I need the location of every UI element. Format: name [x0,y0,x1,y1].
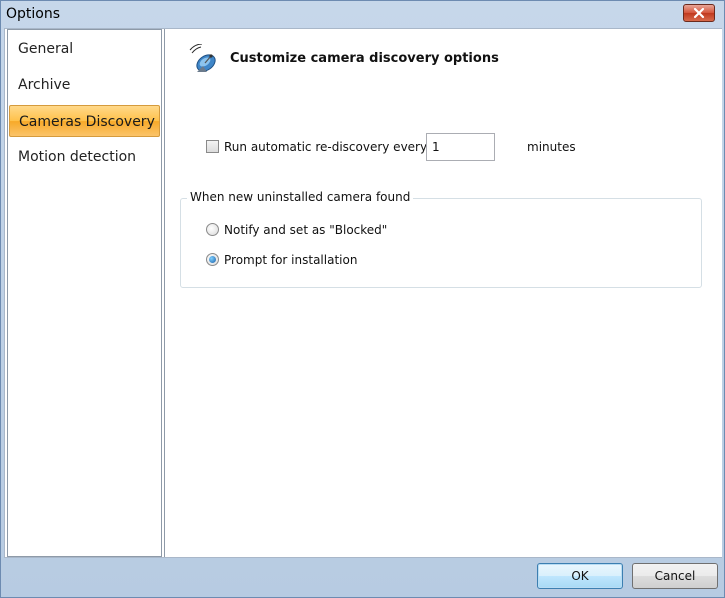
minutes-unit-label: minutes [527,140,576,154]
settings-panel: Customize camera discovery options Run a… [164,29,722,557]
prompt-installation-radio[interactable] [206,253,219,266]
rediscovery-checkbox[interactable] [206,140,219,153]
prompt-installation-label: Prompt for installation [224,253,358,267]
ok-button[interactable]: OK [537,563,623,589]
satellite-dish-icon [189,44,216,72]
notify-blocked-label: Notify and set as "Blocked" [224,223,388,237]
sidebar-item-general[interactable]: General [9,33,160,65]
new-camera-group-title: When new uninstalled camera found [187,190,414,204]
sidebar-item-cameras-discovery[interactable]: Cameras Discovery [9,105,160,137]
notify-blocked-radio[interactable] [206,223,219,236]
new-camera-groupbox [180,198,702,288]
title-bar[interactable]: Options [1,1,724,28]
dialog-footer: OK Cancel [4,558,722,596]
client-area: General Archive Cameras Discovery Motion… [4,28,722,558]
page-title: Customize camera discovery options [230,51,499,66]
sidebar-item-archive[interactable]: Archive [9,69,160,101]
rediscovery-label: Run automatic re-discovery every [224,140,428,154]
rediscovery-interval-input[interactable] [426,133,495,161]
sidebar-item-motion-detection[interactable]: Motion detection [9,141,160,173]
cancel-button[interactable]: Cancel [632,563,718,589]
sidebar: General Archive Cameras Discovery Motion… [7,29,162,557]
close-button[interactable] [683,4,715,22]
options-window: Options General Archive Cameras Discover… [0,0,725,598]
window-title: Options [6,6,61,22]
close-icon [693,7,705,19]
